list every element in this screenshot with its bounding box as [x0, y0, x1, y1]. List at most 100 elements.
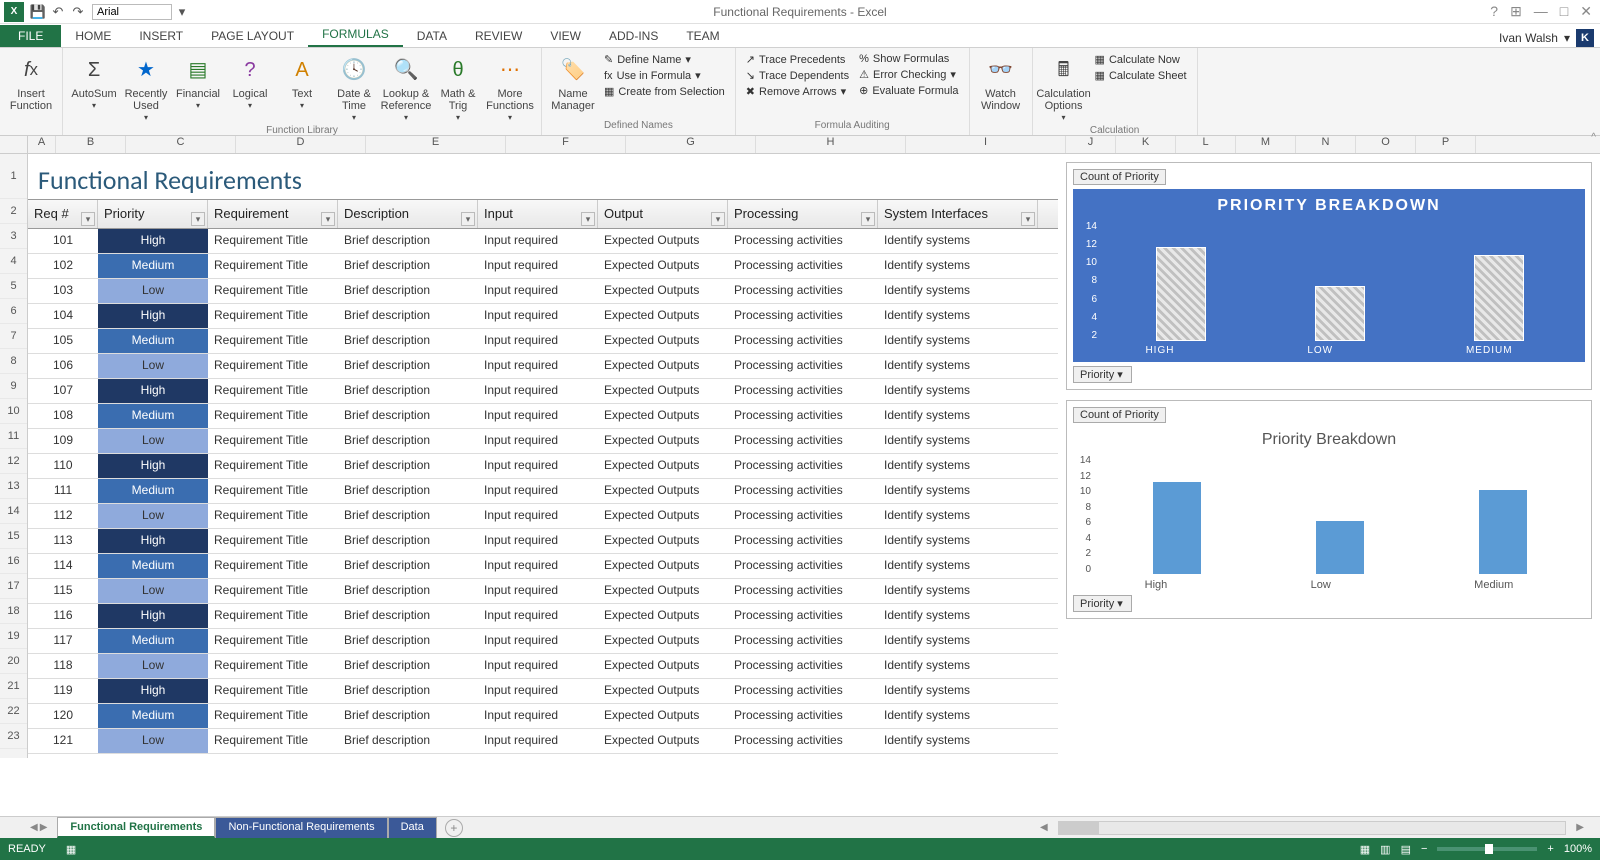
- lookup-ref-button[interactable]: 🔍Lookup & Reference▾: [381, 52, 431, 125]
- col-header-M[interactable]: M: [1236, 136, 1296, 153]
- zoom-out-icon[interactable]: −: [1421, 843, 1427, 855]
- table-row[interactable]: 113HighRequirement TitleBrief descriptio…: [28, 529, 1058, 554]
- col-header-F[interactable]: F: [506, 136, 626, 153]
- col-header-C[interactable]: C: [126, 136, 236, 153]
- chart-priority-breakdown-1[interactable]: Count of Priority PRIORITY BREAKDOWN 141…: [1066, 162, 1592, 390]
- macro-icon[interactable]: ▦: [66, 843, 76, 856]
- table-row[interactable]: 115LowRequirement TitleBrief description…: [28, 579, 1058, 604]
- table-row[interactable]: 117MediumRequirement TitleBrief descript…: [28, 629, 1058, 654]
- chart-filter-button[interactable]: Priority ▾: [1073, 366, 1132, 383]
- filter-dropdown-icon[interactable]: ▾: [191, 212, 205, 226]
- filter-dropdown-icon[interactable]: ▾: [711, 212, 725, 226]
- chevron-down-icon[interactable]: ▾: [172, 2, 192, 22]
- table-header-cell[interactable]: Requirement▾: [208, 200, 338, 228]
- new-sheet-button[interactable]: +: [445, 819, 463, 837]
- table-row[interactable]: 101HighRequirement TitleBrief descriptio…: [28, 229, 1058, 254]
- table-header-cell[interactable]: Req #▾: [28, 200, 98, 228]
- table-row[interactable]: 110HighRequirement TitleBrief descriptio…: [28, 454, 1058, 479]
- table-row[interactable]: 104HighRequirement TitleBrief descriptio…: [28, 304, 1058, 329]
- calculate-now-button[interactable]: ▦ Calculate Now: [1091, 52, 1191, 67]
- filter-dropdown-icon[interactable]: ▾: [861, 212, 875, 226]
- col-header-O[interactable]: O: [1356, 136, 1416, 153]
- col-header-E[interactable]: E: [366, 136, 506, 153]
- create-selection-button[interactable]: ▦ Create from Selection: [600, 84, 729, 99]
- col-header-P[interactable]: P: [1416, 136, 1476, 153]
- logical-button[interactable]: ?Logical▾: [225, 52, 275, 125]
- filter-dropdown-icon[interactable]: ▾: [321, 212, 335, 226]
- table-header-cell[interactable]: System Interfaces▾: [878, 200, 1038, 228]
- show-formulas-button[interactable]: % Show Formulas: [855, 52, 962, 66]
- table-row[interactable]: 102MediumRequirement TitleBrief descript…: [28, 254, 1058, 279]
- col-header-D[interactable]: D: [236, 136, 366, 153]
- table-row[interactable]: 119HighRequirement TitleBrief descriptio…: [28, 679, 1058, 704]
- sheet-tab[interactable]: Data: [388, 817, 437, 838]
- minimize-icon[interactable]: —: [1534, 3, 1548, 20]
- sheet-nav-prev-icon[interactable]: ◀: [30, 822, 38, 833]
- more-functions-button[interactable]: ⋯More Functions▾: [485, 52, 535, 125]
- tab-file[interactable]: FILE: [0, 25, 61, 47]
- col-header-B[interactable]: B: [56, 136, 126, 153]
- table-row[interactable]: 103LowRequirement TitleBrief description…: [28, 279, 1058, 304]
- calc-options-button[interactable]: 🖩Calculation Options▾: [1039, 52, 1089, 125]
- trace-precedents-button[interactable]: ↗ Trace Precedents: [742, 52, 853, 67]
- name-manager-button[interactable]: 🏷️Name Manager: [548, 52, 598, 114]
- hscroll-right-icon[interactable]: ▶: [1576, 822, 1584, 833]
- chart-filter-button[interactable]: Priority ▾: [1073, 595, 1132, 612]
- save-icon[interactable]: 💾: [28, 2, 48, 22]
- maximize-icon[interactable]: □: [1560, 3, 1568, 20]
- tab-page-layout[interactable]: PAGE LAYOUT: [197, 25, 308, 47]
- table-header-cell[interactable]: Input▾: [478, 200, 598, 228]
- table-header-cell[interactable]: Output▾: [598, 200, 728, 228]
- table-row[interactable]: 107HighRequirement TitleBrief descriptio…: [28, 379, 1058, 404]
- table-header-cell[interactable]: Description▾: [338, 200, 478, 228]
- table-header-cell[interactable]: Priority▾: [98, 200, 208, 228]
- tab-data[interactable]: DATA: [403, 25, 461, 47]
- view-normal-icon[interactable]: ▦: [1360, 843, 1370, 856]
- filter-dropdown-icon[interactable]: ▾: [1021, 212, 1035, 226]
- define-name-button[interactable]: ✎ Define Name ▾: [600, 52, 729, 67]
- table-row[interactable]: 109LowRequirement TitleBrief description…: [28, 429, 1058, 454]
- remove-arrows-button[interactable]: ✖ Remove Arrows ▾: [742, 84, 853, 99]
- table-row[interactable]: 112LowRequirement TitleBrief description…: [28, 504, 1058, 529]
- text-button[interactable]: AText▾: [277, 52, 327, 125]
- tab-add-ins[interactable]: ADD-INS: [595, 25, 672, 47]
- error-checking-button[interactable]: ⚠ Error Checking ▾: [855, 67, 962, 82]
- trace-dependents-button[interactable]: ↘ Trace Dependents: [742, 68, 853, 83]
- horizontal-scrollbar[interactable]: [1058, 821, 1567, 835]
- col-header-A[interactable]: A: [28, 136, 56, 153]
- zoom-in-icon[interactable]: +: [1547, 843, 1553, 855]
- col-header-J[interactable]: J: [1066, 136, 1116, 153]
- table-row[interactable]: 106LowRequirement TitleBrief description…: [28, 354, 1058, 379]
- sheet-tab[interactable]: Functional Requirements: [57, 817, 215, 838]
- recently-used-button[interactable]: ★Recently Used▾: [121, 52, 171, 125]
- tab-insert[interactable]: INSERT: [125, 25, 197, 47]
- chart-priority-breakdown-2[interactable]: Count of Priority Priority Breakdown 141…: [1066, 400, 1592, 619]
- autosum-button[interactable]: ΣAutoSum▾: [69, 52, 119, 125]
- view-layout-icon[interactable]: ▥: [1380, 843, 1390, 856]
- tab-review[interactable]: REVIEW: [461, 25, 536, 47]
- sheet-tab[interactable]: Non-Functional Requirements: [215, 817, 387, 838]
- table-row[interactable]: 108MediumRequirement TitleBrief descript…: [28, 404, 1058, 429]
- table-row[interactable]: 120MediumRequirement TitleBrief descript…: [28, 704, 1058, 729]
- zoom-value[interactable]: 100%: [1564, 843, 1592, 855]
- filter-dropdown-icon[interactable]: ▾: [461, 212, 475, 226]
- user-area[interactable]: Ivan Walsh▾ K: [1499, 29, 1600, 47]
- date-time-button[interactable]: 🕓Date & Time▾: [329, 52, 379, 125]
- col-header-K[interactable]: K: [1116, 136, 1176, 153]
- evaluate-formula-button[interactable]: ⊕ Evaluate Formula: [855, 83, 962, 98]
- insert-function-button[interactable]: fxInsert Function: [6, 52, 56, 114]
- table-row[interactable]: 105MediumRequirement TitleBrief descript…: [28, 329, 1058, 354]
- table-header-cell[interactable]: Processing▾: [728, 200, 878, 228]
- qat-font-selector[interactable]: [92, 4, 172, 20]
- watch-window-button[interactable]: 👓Watch Window: [976, 52, 1026, 114]
- sheet-nav-next-icon[interactable]: ▶: [40, 822, 48, 833]
- use-in-formula-button[interactable]: fx Use in Formula ▾: [600, 68, 729, 83]
- undo-icon[interactable]: ↶: [48, 2, 68, 22]
- collapse-ribbon-icon[interactable]: ^: [1591, 132, 1596, 143]
- select-all-corner[interactable]: [0, 136, 28, 153]
- col-header-I[interactable]: I: [906, 136, 1066, 153]
- col-header-G[interactable]: G: [626, 136, 756, 153]
- hscroll-left-icon[interactable]: ◀: [1040, 822, 1048, 833]
- math-trig-button[interactable]: θMath & Trig▾: [433, 52, 483, 125]
- table-row[interactable]: 121LowRequirement TitleBrief description…: [28, 729, 1058, 754]
